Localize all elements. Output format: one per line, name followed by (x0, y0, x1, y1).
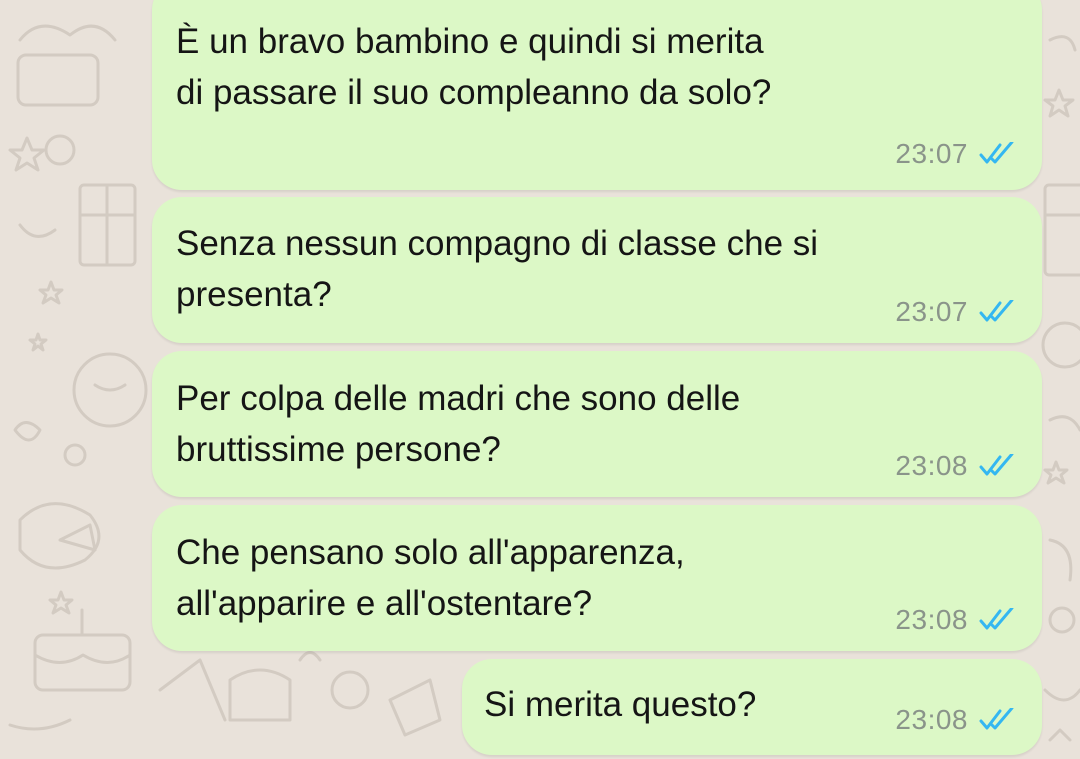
double-check-read-icon (979, 454, 1014, 476)
message-bubble[interactable]: Per colpa delle madri che sono delle bru… (152, 351, 1042, 497)
message-meta: 23:08 (895, 703, 1016, 737)
message-text: Che pensano solo all'apparenza, all'appa… (176, 533, 685, 623)
message-time: 23:08 (895, 450, 968, 481)
message-text: Senza nessun compagno di classe che si p… (176, 224, 819, 314)
message-text: È un bravo bambino e quindi si merita di… (176, 22, 772, 112)
double-check-read-icon (979, 608, 1014, 630)
double-check-read-icon (979, 142, 1014, 164)
message-time: 23:08 (895, 704, 968, 735)
message-meta: 23:08 (895, 449, 1016, 483)
message-text: Si merita questo? (484, 685, 757, 724)
message-time: 23:07 (895, 296, 968, 327)
message-meta: 23:08 (895, 603, 1016, 637)
double-check-read-icon (979, 708, 1014, 730)
double-check-read-icon (979, 300, 1014, 322)
message-bubble[interactable]: È un bravo bambino e quindi si merita di… (152, 0, 1042, 190)
message-text: Per colpa delle madri che sono delle bru… (176, 379, 741, 469)
message-meta: 23:07 (895, 295, 1016, 329)
message-time: 23:07 (895, 138, 968, 169)
message-bubble[interactable]: Senza nessun compagno di classe che si p… (152, 197, 1042, 343)
message-time: 23:08 (895, 604, 968, 635)
message-bubble[interactable]: Che pensano solo all'apparenza, all'appa… (152, 505, 1042, 651)
message-bubble[interactable]: Si merita questo? 23:08 (462, 659, 1042, 755)
message-meta: 23:07 (895, 137, 1016, 171)
